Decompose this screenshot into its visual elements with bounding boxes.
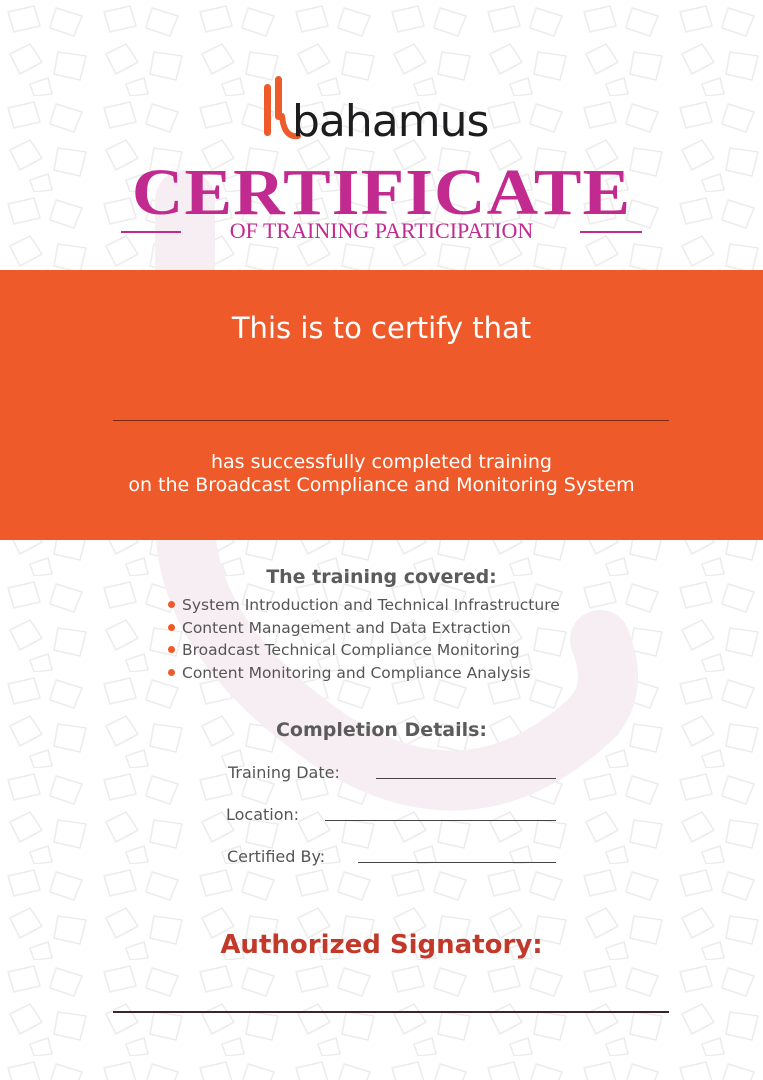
completion-statement-line2: on the Broadcast Compliance and Monitori…: [128, 474, 635, 496]
subtitle-rule-right: [580, 231, 642, 233]
certificate-title: CERTIFICATE: [131, 156, 632, 229]
authorized-signatory-label: Authorized Signatory:: [220, 930, 543, 960]
bahamus-logo: bahamus: [262, 76, 522, 146]
certificate-subtitle: OF TRAINING PARTICIPATION: [229, 218, 534, 243]
topic-label: Content Monitoring and Compliance Analys…: [182, 663, 531, 682]
location-line: [325, 820, 556, 821]
certified-by-line: [358, 862, 556, 863]
training-heading: The training covered:: [266, 566, 497, 588]
logo-wordmark: bahamus: [292, 96, 489, 147]
bullet-icon: [168, 601, 175, 608]
topic-label: System Introduction and Technical Infras…: [182, 596, 560, 614]
certified-by-label: Certified By:: [227, 847, 326, 866]
recipient-band: This is to certify that has successfully…: [0, 270, 763, 540]
bullet-icon: [168, 646, 175, 653]
training-date-line: [376, 778, 556, 779]
certificate-page: bahamus CERTIFICATE OF TRAINING PARTICIP…: [0, 0, 763, 1080]
training-date-label: Training Date:: [228, 763, 340, 782]
completion-heading: Completion Details:: [275, 719, 488, 741]
bullet-icon: [168, 668, 175, 676]
training-topics-list: System Introduction and Technical Infras…: [168, 594, 560, 684]
list-item: Content Monitoring and Compliance Analys…: [168, 662, 560, 685]
bullet-icon: [168, 623, 175, 631]
completion-statement-line1: has successfully completed training: [211, 451, 552, 473]
location-label: Location:: [226, 805, 300, 824]
completion-statement: has successfully completed training on t…: [0, 451, 763, 497]
certify-text: This is to certify that: [231, 311, 532, 345]
recipient-name-line: [113, 420, 669, 421]
list-item: System Introduction and Technical Infras…: [168, 594, 560, 617]
subtitle-row: OF TRAINING PARTICIPATION: [0, 219, 763, 245]
topic-label: Broadcast Technical Compliance Monitorin…: [182, 641, 520, 659]
signature-line: [113, 1011, 669, 1013]
list-item: Broadcast Technical Compliance Monitorin…: [168, 639, 560, 662]
topic-label: Content Management and Data Extraction: [182, 618, 511, 637]
list-item: Content Management and Data Extraction: [168, 617, 560, 640]
